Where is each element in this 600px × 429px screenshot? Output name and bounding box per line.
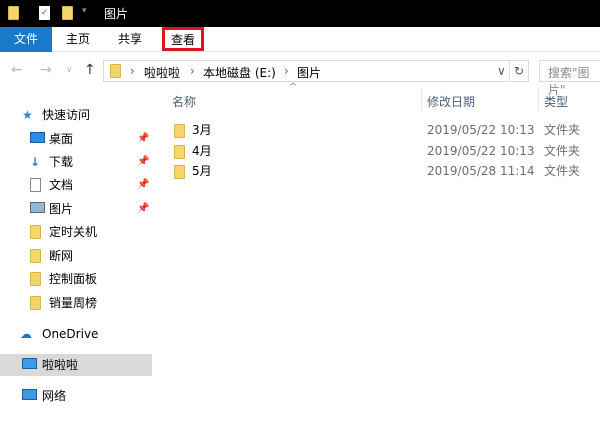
sidebar-quick-access[interactable]: ★ 快速访问 (0, 104, 152, 126)
sidebar-item-pictures[interactable]: 图片 📌 (0, 198, 152, 220)
navigation-pane: ★ 快速访问 桌面 📌 ↓ 下载 📌 文档 📌 图片 📌 定时关机 断网 控制面板 销量… (0, 100, 152, 429)
forward-icon[interactable]: → (40, 62, 52, 78)
new-folder-icon[interactable] (62, 6, 73, 20)
ribbon: 文件 主页 共享 查看 (0, 27, 600, 52)
column-header-type[interactable]: 类型 (544, 92, 568, 116)
sidebar-item-folder[interactable]: 销量周榜 (0, 292, 152, 314)
desktop-icon (30, 132, 45, 143)
breadcrumb-item[interactable]: 图片 (297, 64, 321, 81)
download-icon: ↓ (30, 155, 41, 169)
folder-icon (110, 64, 121, 78)
sort-arrow-icon: ^ (289, 82, 298, 93)
pin-icon[interactable]: 📌 (137, 174, 149, 196)
dropdown-chevron-icon[interactable]: ∨ (497, 64, 506, 78)
tab-share[interactable]: 共享 (110, 27, 150, 52)
title-bar: ✓ ▾ 图片 (0, 0, 600, 27)
pin-icon[interactable]: 📌 (137, 151, 149, 173)
folder-icon (8, 6, 19, 20)
file-row[interactable]: 5月 2019/05/28 11:14 文件夹 (160, 161, 600, 182)
folder-icon (30, 225, 41, 239)
pin-icon[interactable]: 📌 (137, 198, 149, 220)
sidebar-item-downloads[interactable]: ↓ 下载 📌 (0, 151, 152, 173)
computer-icon (22, 358, 37, 369)
document-icon (30, 178, 41, 192)
recent-chevron-icon[interactable]: ∨ (66, 65, 73, 75)
sidebar-this-pc[interactable]: 啦啦啦 (0, 354, 152, 376)
star-icon: ★ (22, 108, 33, 122)
folder-icon (30, 249, 41, 263)
folder-icon (174, 145, 185, 159)
file-row[interactable]: 3月 2019/05/22 10:13 文件夹 (160, 120, 600, 141)
search-input[interactable]: 搜索"图片" (539, 60, 600, 97)
breadcrumb-item[interactable]: 本地磁盘 (E:) (203, 64, 276, 81)
file-row[interactable]: 4月 2019/05/22 10:13 文件夹 (160, 141, 600, 162)
up-icon[interactable]: ↑ (84, 62, 96, 78)
sidebar-item-desktop[interactable]: 桌面 📌 (0, 128, 152, 150)
sidebar-item-folder[interactable]: 定时关机 (0, 221, 152, 243)
picture-icon (30, 202, 45, 213)
cloud-icon: ☁ (20, 327, 32, 341)
sidebar-item-documents[interactable]: 文档 📌 (0, 174, 152, 196)
tab-home[interactable]: 主页 (58, 27, 98, 52)
properties-icon[interactable]: ✓ (39, 6, 50, 20)
address-bar[interactable]: › 啦啦啦 › 本地磁盘 (E:) › 图片 ∨ ↻ (103, 60, 529, 82)
column-header-date[interactable]: 修改日期 (427, 92, 475, 116)
sidebar-network[interactable]: 网络 (0, 385, 152, 407)
tab-view[interactable]: 查看 (162, 27, 204, 51)
window-title: 图片 (104, 7, 129, 21)
address-row: ← → ∨ ↑ › 啦啦啦 › 本地磁盘 (E:) › 图片 ∨ ↻ 搜索"图片… (0, 57, 600, 97)
folder-icon (174, 165, 185, 179)
folder-icon (30, 272, 41, 286)
sidebar-item-folder[interactable]: 断网 (0, 245, 152, 267)
refresh-icon[interactable]: ↻ (514, 64, 524, 78)
pin-icon[interactable]: 📌 (137, 128, 149, 150)
column-header-name[interactable]: 名称 (172, 92, 196, 116)
folder-icon (174, 124, 185, 138)
sidebar-item-folder[interactable]: 控制面板 (0, 268, 152, 290)
back-icon[interactable]: ← (11, 62, 23, 78)
network-icon (22, 389, 37, 400)
tab-file[interactable]: 文件 (0, 27, 52, 52)
breadcrumb-item[interactable]: 啦啦啦 (144, 64, 180, 81)
sidebar-onedrive[interactable]: ☁ OneDrive (0, 323, 152, 345)
chevron-down-icon[interactable]: ▾ (82, 6, 87, 16)
folder-icon (30, 296, 41, 310)
